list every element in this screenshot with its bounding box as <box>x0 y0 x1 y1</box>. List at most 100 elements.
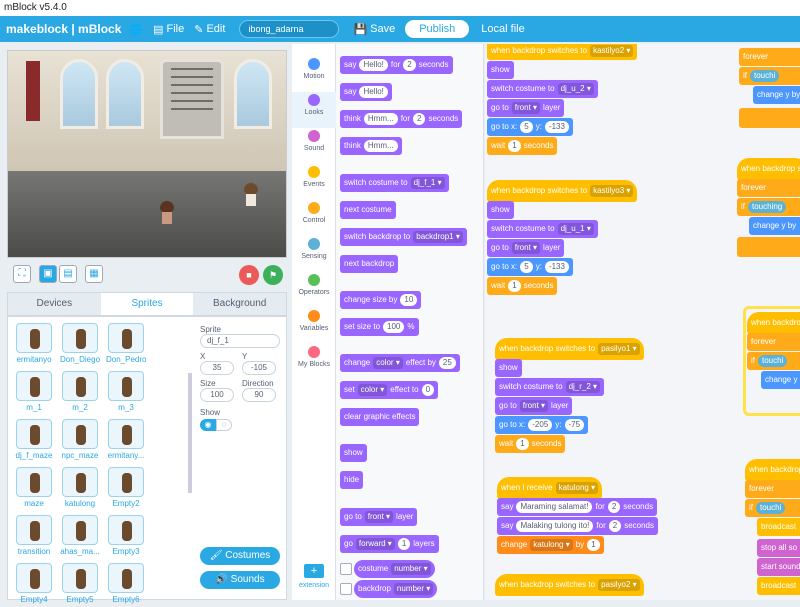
script-block-change-y[interactable]: change y by <box>761 371 800 389</box>
large-stage-icon[interactable]: ▤ <box>59 265 77 283</box>
sprite-name-field[interactable]: dj_f_1 <box>200 334 280 348</box>
fullscreen-icon[interactable]: ⛶ <box>13 265 31 283</box>
scrollbar[interactable] <box>188 373 192 493</box>
palette-block-think[interactable]: think Hmm... <box>340 137 402 155</box>
palette-block-say[interactable]: say Hello! <box>340 83 392 101</box>
tab-devices[interactable]: Devices <box>8 293 101 315</box>
y-field[interactable]: -105 <box>242 361 276 375</box>
palette-block-set-size[interactable]: set size to 100% <box>340 318 419 336</box>
palette-block-show[interactable]: show <box>340 444 367 462</box>
script-block-say-for[interactable]: say Maraming salamat! for 2 seconds <box>497 498 658 516</box>
show-hidden-icon[interactable]: ◌ <box>216 419 232 431</box>
script-block-go-to-layer[interactable]: go to front ▾ layer <box>487 99 565 117</box>
palette-block-backdrop-number[interactable]: backdrop number ▾ <box>354 580 438 598</box>
script-hat-backdrop-switch[interactable]: when backdrop switches to <box>737 158 800 180</box>
palette-block-next-costume[interactable]: next costume <box>340 201 396 219</box>
local-file-button[interactable]: Local file <box>481 23 524 35</box>
stop-button[interactable]: ■ <box>239 265 259 285</box>
file-menu[interactable]: ▤ File <box>153 23 184 36</box>
sounds-button[interactable]: 🔊 Sounds <box>200 571 280 589</box>
extension-label[interactable]: extension <box>292 582 336 589</box>
sprite-thumbnail[interactable]: ermitanyo <box>14 323 54 367</box>
script-block-if[interactable]: if touchi <box>739 67 800 85</box>
sprite-thumbnail[interactable]: Don_Pedro <box>106 323 146 367</box>
script-block-wait[interactable]: wait 1 seconds <box>487 137 558 155</box>
script-block-if[interactable]: if touchi <box>745 499 800 517</box>
script-block-show[interactable]: show <box>487 61 514 79</box>
palette-block-go-layers[interactable]: go forward ▾ 1 layers <box>340 535 439 553</box>
save-button[interactable]: 💾 Save <box>353 23 395 36</box>
sprite-thumbnail[interactable]: m_1 <box>14 371 54 415</box>
sprite-thumbnail[interactable]: Empty2 <box>106 467 146 511</box>
category-events[interactable]: Events <box>292 164 336 200</box>
sprite-thumbnail[interactable]: Don_Diego <box>60 323 100 367</box>
script-block-switch-costume[interactable]: switch costume to dj_u_1 ▾ <box>487 220 598 238</box>
palette-block-go-to-layer[interactable]: go to front ▾ layer <box>340 508 418 526</box>
x-field[interactable]: 35 <box>200 361 234 375</box>
tab-sprites[interactable]: Sprites <box>100 293 194 315</box>
project-name-input[interactable]: ibong_adarna <box>239 20 340 38</box>
sprite-thumbnail[interactable]: m_3 <box>106 371 146 415</box>
script-block-show[interactable]: show <box>495 359 522 377</box>
script-block-broadcast[interactable]: broadcast <box>757 577 800 595</box>
sprite-thumbnail[interactable]: maze <box>14 467 54 511</box>
script-block-switch-costume[interactable]: switch costume to dj_u_2 ▾ <box>487 80 598 98</box>
script-block-broadcast[interactable]: broadcast <box>757 518 800 536</box>
script-hat-backdrop-switch[interactable]: when backdrop switches to kastilyo2 ▾ <box>487 44 638 60</box>
script-block-change-variable[interactable]: change katulong ▾ by 1 <box>497 536 604 554</box>
script-block-forever[interactable]: forever <box>737 179 800 197</box>
palette-block-set-effect[interactable]: set color ▾ effect to 0 <box>340 381 439 399</box>
palette-block-change-size[interactable]: change size by 10 <box>340 291 422 309</box>
costumes-button[interactable]: 🖌 Costumes <box>200 547 280 565</box>
category-variables[interactable]: Variables <box>292 308 336 344</box>
palette-block-switch-costume[interactable]: switch costume to dj_f_1 ▾ <box>340 174 449 192</box>
palette-block-say-for[interactable]: say Hello! for 2 seconds <box>340 56 453 74</box>
backdrop-number-checkbox[interactable] <box>340 583 352 595</box>
palette-block-switch-backdrop[interactable]: switch backdrop to backdrop1 ▾ <box>340 228 467 246</box>
show-visible-icon[interactable]: ◉ <box>200 419 216 431</box>
script-hat-backdrop-switch[interactable]: when backdrop switches to pasilyo1 ▾ <box>495 338 644 360</box>
script-block-wait[interactable]: wait 1 seconds <box>487 277 558 295</box>
category-my-blocks[interactable]: My Blocks <box>292 344 336 380</box>
script-block-go-to-layer[interactable]: go to front ▾ layer <box>495 397 573 415</box>
sprite-thumbnail[interactable]: ahas_ma... <box>60 515 100 559</box>
script-block-change-y[interactable]: change y by <box>749 217 800 235</box>
script-block-if[interactable]: if touching <box>737 198 800 216</box>
script-block-go-to-layer[interactable]: go to front ▾ layer <box>487 239 565 257</box>
script-block-go-to-xy[interactable]: go to x: 5 y: -133 <box>487 118 573 136</box>
costume-number-checkbox[interactable] <box>340 563 352 575</box>
sprite-thumbnail[interactable]: npc_maze <box>60 419 100 463</box>
edit-menu[interactable]: ✎ Edit <box>194 23 225 36</box>
sprite-thumbnail[interactable]: Empty3 <box>106 515 146 559</box>
script-block-show[interactable]: show <box>487 201 514 219</box>
script-hat-receive[interactable]: when I receive katulong ▾ <box>497 477 603 499</box>
sprite-thumbnail[interactable]: ermitany... <box>106 419 146 463</box>
category-sound[interactable]: Sound <box>292 128 336 164</box>
script-block-stop-sounds[interactable]: stop all so <box>757 539 800 557</box>
sprite-thumbnail[interactable]: transition <box>14 515 54 559</box>
palette-block-hide[interactable]: hide <box>340 471 364 489</box>
palette-block-change-effect[interactable]: change color ▾ effect by 25 <box>340 354 460 372</box>
direction-field[interactable]: 90 <box>242 388 276 402</box>
small-stage-icon[interactable]: ▣ <box>39 265 57 283</box>
category-looks[interactable]: Looks <box>292 92 336 128</box>
script-hat-backdrop-switch[interactable]: when backdrop switches to kastilyo3 ▾ <box>487 180 638 202</box>
script-hat-backdrop-switch[interactable]: when backdrop switches to <box>745 459 800 481</box>
palette-block-think-for[interactable]: think Hmm... for 2 seconds <box>340 110 463 128</box>
script-block-switch-costume[interactable]: switch costume to dj_r_2 ▾ <box>495 378 605 396</box>
script-block-go-to-xy[interactable]: go to x: 5 y: -133 <box>487 258 573 276</box>
category-control[interactable]: Control <box>292 200 336 236</box>
size-field[interactable]: 100 <box>200 388 234 402</box>
publish-button[interactable]: Publish <box>405 20 470 38</box>
grid-icon[interactable]: ▦ <box>85 265 103 283</box>
tab-background[interactable]: Background <box>193 293 286 315</box>
script-block-forever[interactable]: forever <box>747 333 800 351</box>
script-block-if[interactable]: if touchi <box>747 352 800 370</box>
category-sensing[interactable]: Sensing <box>292 236 336 272</box>
globe-icon[interactable]: 🌐 <box>129 23 143 36</box>
sprite-thumbnail[interactable]: Empty5 <box>60 563 100 607</box>
sprite-thumbnail[interactable]: Empty4 <box>14 563 54 607</box>
palette-block-clear-effects[interactable]: clear graphic effects <box>340 408 420 426</box>
script-block-forever[interactable]: forever <box>745 480 800 498</box>
script-workspace[interactable]: when backdrop switches to kastilyo2 ▾ sho… <box>485 44 800 600</box>
